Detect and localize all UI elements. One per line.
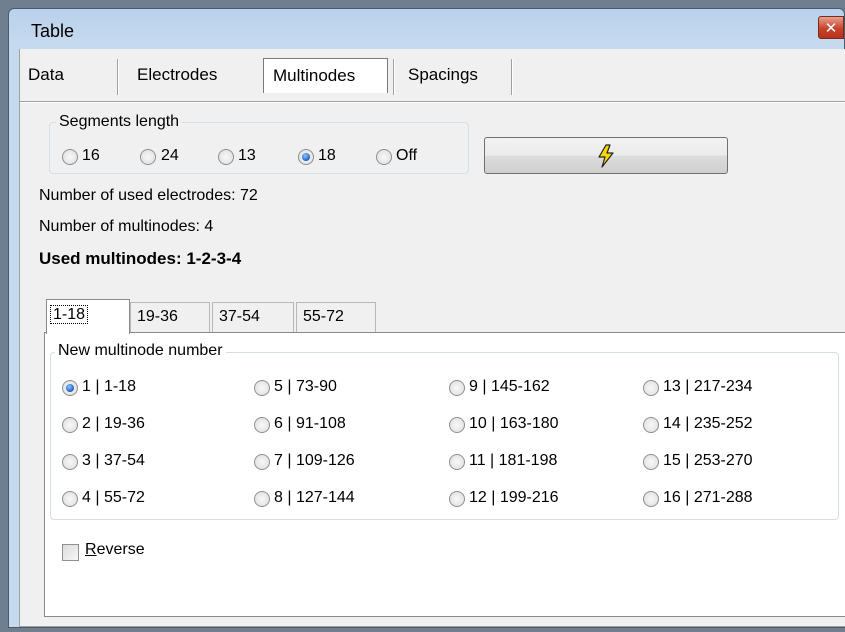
multinode-radio-1[interactable]: [62, 380, 78, 396]
close-icon: ✕: [824, 18, 838, 37]
multinode-label-14: 14 | 235-252: [663, 415, 753, 432]
segment-label-16: 16: [82, 147, 100, 164]
subtab-1-18-label: 1-18: [50, 305, 89, 324]
multinode-label-8: 8 | 127-144: [274, 489, 355, 506]
multinode-radio-14[interactable]: [643, 417, 659, 433]
tab-separator: [117, 59, 119, 95]
segment-radio-18[interactable]: [298, 149, 314, 165]
multinode-label-11: 11 | 181-198: [469, 452, 558, 469]
used-multinodes-text: Used multinodes: 1-2-3-4: [39, 249, 242, 268]
reverse-label[interactable]: Reverse: [85, 541, 145, 559]
lightning-icon: [598, 143, 614, 168]
multinode-radio-16[interactable]: [643, 491, 659, 507]
multinode-label-15: 15 | 253-270: [663, 452, 753, 469]
used-electrodes-text: Number of used electrodes: 72: [39, 187, 258, 204]
multinode-label-5: 5 | 73-90: [274, 378, 337, 395]
subtab-join: [47, 331, 129, 334]
title-bar[interactable]: Table ✕: [9, 9, 844, 49]
subtab-55-72[interactable]: 55-72: [296, 302, 376, 332]
segment-label-off: Off: [396, 147, 418, 164]
segment-label-18: 18: [318, 147, 336, 164]
multinode-radio-11[interactable]: [449, 454, 465, 470]
multinode-label-12: 12 | 199-216: [469, 489, 559, 506]
reverse-label-mnemonic: R: [85, 541, 97, 558]
segment-label-13: 13: [238, 147, 256, 164]
multinode-radio-10[interactable]: [449, 417, 465, 433]
multinode-radio-2[interactable]: [62, 417, 78, 433]
tab-spacings[interactable]: Spacings: [400, 65, 510, 85]
segment-radio-24[interactable]: [140, 149, 156, 165]
multinode-label-10: 10 | 163-180: [469, 415, 559, 432]
multinode-label-6: 6 | 91-108: [274, 415, 346, 432]
segment-label-24: 24: [161, 147, 179, 164]
reverse-label-rest: everse: [96, 541, 145, 558]
tab-separator: [511, 59, 513, 95]
multinode-label-1: 1 | 1-18: [82, 378, 136, 395]
multinode-radio-5[interactable]: [254, 380, 270, 396]
window-title: Table: [31, 21, 75, 41]
segment-radio-16[interactable]: [62, 149, 78, 165]
multinode-label-2: 2 | 19-36: [82, 415, 145, 432]
multinode-radio-3[interactable]: [62, 454, 78, 470]
multinode-radio-7[interactable]: [254, 454, 270, 470]
multinode-radio-6[interactable]: [254, 417, 270, 433]
multinode-radio-8[interactable]: [254, 491, 270, 507]
generate-button[interactable]: [484, 137, 728, 174]
segments-length-label: Segments length: [56, 113, 183, 131]
multinode-label-9: 9 | 145-162: [469, 378, 550, 395]
subtab-37-54[interactable]: 37-54: [212, 302, 294, 332]
multinode-label-4: 4 | 55-72: [82, 489, 145, 506]
tab-electrodes[interactable]: Electrodes: [127, 65, 259, 85]
segment-radio-13[interactable]: [218, 149, 234, 165]
multinode-label-16: 16 | 271-288: [663, 489, 753, 506]
tab-multinodes[interactable]: Multinodes: [263, 58, 388, 93]
multinode-radio-13[interactable]: [643, 380, 659, 396]
multinode-label-3: 3 | 37-54: [82, 452, 145, 469]
multinode-radio-9[interactable]: [449, 380, 465, 396]
close-button[interactable]: ✕: [818, 16, 844, 39]
segment-radio-off[interactable]: [376, 149, 392, 165]
reverse-checkbox[interactable]: [62, 544, 79, 561]
subtab-1-18[interactable]: 1-18: [46, 299, 130, 334]
new-multinode-label: New multinode number: [55, 342, 226, 360]
multinode-radio-4[interactable]: [62, 491, 78, 507]
tab-data[interactable]: Data: [20, 65, 112, 85]
dialog-client: Data Electrodes Multinodes Spacings Segm…: [19, 49, 845, 627]
multinodes-count-text: Number of multinodes: 4: [39, 218, 214, 235]
tab-separator: [393, 59, 395, 95]
subtab-19-36[interactable]: 19-36: [130, 302, 210, 332]
multinode-label-7: 7 | 109-126: [274, 452, 355, 469]
multinode-radio-15[interactable]: [643, 454, 659, 470]
multinode-label-13: 13 | 217-234: [663, 378, 753, 395]
dialog-window: Table ✕ Data Electrodes Multinodes Spaci…: [8, 8, 845, 628]
multinode-radio-12[interactable]: [449, 491, 465, 507]
tab-strip-line: [20, 101, 845, 103]
